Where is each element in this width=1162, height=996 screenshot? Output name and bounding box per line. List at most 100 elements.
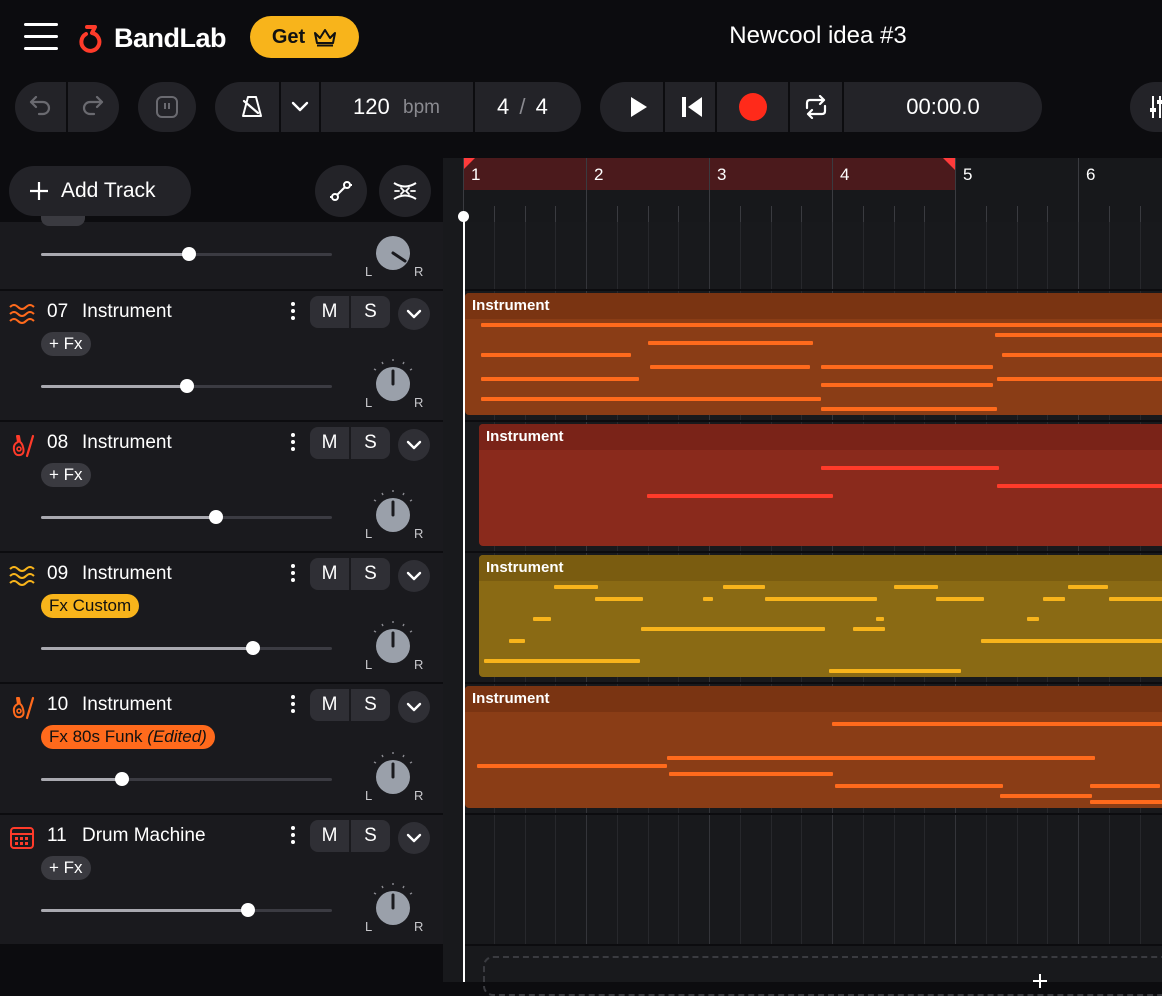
- region-header[interactable]: [465, 293, 1162, 319]
- volume-slider[interactable]: [41, 903, 332, 917]
- midi-note[interactable]: [835, 784, 1003, 788]
- track-options-icon[interactable]: [286, 692, 300, 716]
- midi-note[interactable]: [1043, 597, 1065, 601]
- midi-note[interactable]: [995, 333, 1162, 337]
- midi-note[interactable]: [832, 722, 1162, 726]
- track-row-07[interactable]: 07 Instrument M S + Fx L R: [0, 291, 443, 420]
- expand-track-button[interactable]: [398, 691, 430, 723]
- add-track-dropzone[interactable]: [483, 956, 1162, 996]
- track-row-10[interactable]: 10 Instrument M S Fx 80s Funk (Edited) L…: [0, 684, 443, 813]
- midi-note[interactable]: [481, 323, 1162, 327]
- midi-note[interactable]: [648, 341, 813, 345]
- volume-knob[interactable]: [180, 379, 194, 393]
- get-membership-button[interactable]: Get: [250, 16, 359, 58]
- pan-knob[interactable]: L R: [362, 488, 428, 544]
- track-options-icon[interactable]: [286, 561, 300, 585]
- pan-knob[interactable]: L R: [362, 226, 428, 282]
- play-icon[interactable]: [624, 94, 652, 120]
- midi-region[interactable]: Instrument: [479, 555, 1162, 677]
- track-name[interactable]: Drum Machine: [82, 825, 206, 847]
- midi-note[interactable]: [853, 627, 885, 631]
- midi-note[interactable]: [936, 597, 984, 601]
- track-name[interactable]: Instrument: [82, 432, 172, 454]
- volume-slider[interactable]: [41, 379, 332, 393]
- track-options-icon[interactable]: [286, 823, 300, 847]
- mute-button[interactable]: M: [310, 820, 349, 852]
- volume-knob[interactable]: [115, 772, 129, 786]
- mute-button[interactable]: M: [310, 689, 349, 721]
- midi-note[interactable]: [821, 407, 997, 411]
- time-signature[interactable]: 4 / 4: [497, 94, 548, 120]
- playhead-handle[interactable]: [458, 211, 469, 222]
- project-title[interactable]: Newcool idea #3: [600, 22, 1036, 50]
- track-name[interactable]: Instrument: [82, 694, 172, 716]
- midi-note[interactable]: [484, 659, 640, 663]
- track-row-08[interactable]: 08 Instrument M S + Fx L R: [0, 422, 443, 551]
- fx-chip[interactable]: Fx Custom: [41, 594, 140, 618]
- pan-knob[interactable]: L R: [362, 750, 428, 806]
- expand-track-button[interactable]: [398, 429, 430, 461]
- solo-button[interactable]: S: [351, 689, 390, 721]
- volume-knob[interactable]: [241, 903, 255, 917]
- midi-note[interactable]: [894, 585, 938, 589]
- metronome-icon[interactable]: [237, 93, 267, 121]
- fx-chip[interactable]: + Fx: [41, 332, 91, 356]
- midi-note[interactable]: [981, 639, 1162, 643]
- midi-note[interactable]: [723, 585, 765, 589]
- midi-note[interactable]: [650, 365, 810, 369]
- midi-note[interactable]: [1068, 585, 1108, 589]
- midi-note[interactable]: [641, 627, 825, 631]
- midi-note[interactable]: [481, 353, 631, 357]
- solo-button[interactable]: S: [351, 296, 390, 328]
- track-row-09[interactable]: 09 Instrument M S Fx Custom L R: [0, 553, 443, 682]
- fx-chip[interactable]: + Fx: [41, 463, 91, 487]
- add-track-button[interactable]: Add Track: [9, 166, 191, 216]
- collapse-tracks-button[interactable]: [379, 165, 431, 217]
- midi-region[interactable]: Instrument: [465, 293, 1162, 415]
- midi-note[interactable]: [997, 484, 1162, 488]
- playhead[interactable]: [463, 214, 465, 982]
- volume-slider[interactable]: [41, 510, 332, 524]
- midi-note[interactable]: [554, 585, 598, 589]
- midi-note[interactable]: [876, 617, 884, 621]
- midi-note[interactable]: [703, 597, 713, 601]
- midi-note[interactable]: [481, 377, 639, 381]
- track-row-partial[interactable]: L R: [0, 216, 443, 289]
- bpm-value[interactable]: 120: [353, 94, 390, 120]
- midi-note[interactable]: [821, 383, 993, 387]
- region-header[interactable]: [479, 555, 1162, 581]
- pause-button[interactable]: [138, 82, 196, 132]
- midi-note[interactable]: [1002, 353, 1162, 357]
- track-row-11[interactable]: 11 Drum Machine M S + Fx L R: [0, 815, 443, 944]
- record-icon[interactable]: [738, 92, 768, 122]
- region-header[interactable]: [465, 686, 1162, 712]
- midi-note[interactable]: [765, 597, 877, 601]
- loop-icon[interactable]: [802, 94, 830, 120]
- midi-note[interactable]: [997, 377, 1162, 381]
- midi-note[interactable]: [1000, 794, 1092, 798]
- midi-note[interactable]: [669, 772, 833, 776]
- midi-note[interactable]: [1027, 617, 1039, 621]
- mixer-button[interactable]: [1130, 82, 1162, 132]
- midi-note[interactable]: [1090, 784, 1160, 788]
- mute-button[interactable]: M: [310, 427, 349, 459]
- midi-note[interactable]: [595, 597, 643, 601]
- midi-note[interactable]: [821, 466, 999, 470]
- volume-slider[interactable]: [41, 641, 332, 655]
- solo-button[interactable]: S: [351, 427, 390, 459]
- chevron-down-icon[interactable]: [288, 95, 312, 119]
- undo-icon[interactable]: [25, 93, 55, 121]
- pan-knob[interactable]: L R: [362, 619, 428, 675]
- track-options-icon[interactable]: [286, 430, 300, 454]
- loop-end-marker[interactable]: [943, 158, 955, 170]
- expand-track-button[interactable]: [398, 822, 430, 854]
- redo-icon[interactable]: [78, 93, 108, 121]
- region-header[interactable]: [479, 424, 1162, 450]
- midi-note[interactable]: [821, 365, 993, 369]
- track-name[interactable]: Instrument: [82, 563, 172, 585]
- hamburger-menu-icon[interactable]: [24, 23, 58, 51]
- track-name[interactable]: Instrument: [82, 301, 172, 323]
- midi-note[interactable]: [667, 756, 1095, 760]
- midi-note[interactable]: [481, 397, 821, 401]
- solo-button[interactable]: S: [351, 558, 390, 590]
